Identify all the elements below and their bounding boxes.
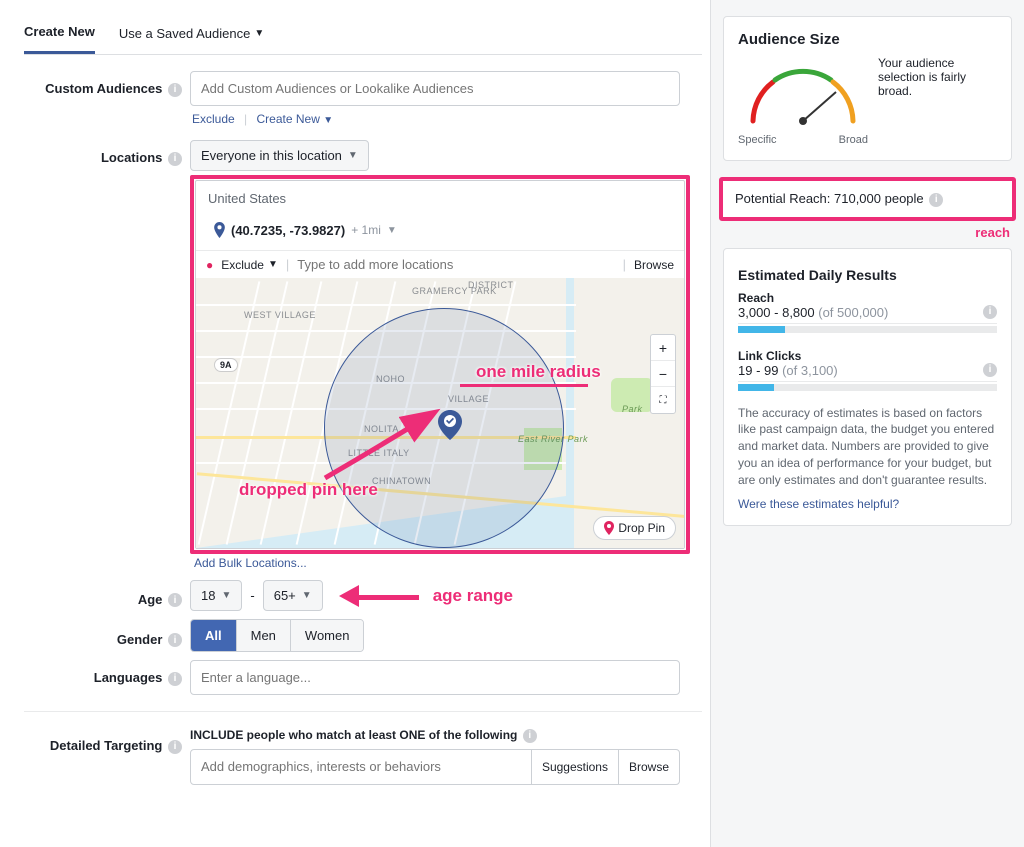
suggestions-button[interactable]: Suggestions xyxy=(531,750,618,784)
location-mode-label: Everyone in this location xyxy=(201,148,342,163)
tab-create-new[interactable]: Create New xyxy=(24,16,95,54)
clicks-stat-label: Link Clicks xyxy=(738,349,997,363)
caret-down-icon: ▼ xyxy=(348,150,358,161)
gauge-specific-label: Specific xyxy=(738,134,777,146)
audience-note: Your audience selection is fairly broad. xyxy=(878,56,997,98)
info-icon[interactable]: i xyxy=(168,633,182,647)
locations-label: Locations xyxy=(101,150,162,165)
tab-saved-label: Use a Saved Audience xyxy=(119,26,251,41)
location-search-input[interactable] xyxy=(297,257,614,272)
info-icon[interactable]: i xyxy=(168,740,182,754)
reach-bar xyxy=(738,326,997,333)
clicks-stat-of: (of 3,100) xyxy=(778,363,837,378)
daily-title: Estimated Daily Results xyxy=(738,267,997,283)
accuracy-note: The accuracy of estimates is based on fa… xyxy=(738,405,997,489)
gender-all-button[interactable]: All xyxy=(191,620,237,651)
info-icon[interactable]: i xyxy=(168,593,182,607)
pin-icon xyxy=(214,222,225,238)
location-mode-select[interactable]: Everyone in this location ▼ xyxy=(190,140,369,171)
gauge-broad-label: Broad xyxy=(839,134,868,146)
drop-pin-button[interactable]: Drop Pin xyxy=(593,516,676,540)
separator: | xyxy=(244,112,247,126)
locations-container: United States (40.7235, -73.9827) + 1mi … xyxy=(190,175,690,554)
pin-red-icon: ● xyxy=(206,258,213,272)
age-label: Age xyxy=(138,592,163,607)
browse-button[interactable]: Browse xyxy=(634,258,674,272)
tab-saved-audience[interactable]: Use a Saved Audience ▼ xyxy=(119,16,264,54)
info-icon[interactable]: i xyxy=(983,363,997,377)
info-icon[interactable]: i xyxy=(523,729,537,743)
detailed-targeting-input[interactable] xyxy=(191,750,531,783)
custom-audiences-label: Custom Audiences xyxy=(45,81,162,96)
potential-reach-text: Potential Reach: 710,000 people xyxy=(735,191,924,206)
zoom-out-button[interactable]: − xyxy=(651,361,675,387)
annotation-radius: one mile radius xyxy=(476,362,601,382)
park-label: Park xyxy=(622,404,643,414)
info-icon[interactable]: i xyxy=(168,672,182,686)
map-zoom-controls: + − ⛶ xyxy=(650,334,676,414)
daily-results-panel: Estimated Daily Results Reach 3,000 - 8,… xyxy=(723,248,1012,526)
age-min-select[interactable]: 18 ▼ xyxy=(190,580,242,611)
gender-group: All Men Women xyxy=(190,619,364,652)
exclude-button[interactable]: Exclude ▼ xyxy=(221,258,278,272)
gender-men-button[interactable]: Men xyxy=(237,620,291,651)
custom-audiences-input[interactable] xyxy=(190,71,680,106)
info-icon[interactable]: i xyxy=(168,152,182,166)
audience-size-title: Audience Size xyxy=(738,31,997,48)
nbd-label: WEST VILLAGE xyxy=(244,310,316,320)
annotation-arrow xyxy=(320,396,450,486)
languages-label: Languages xyxy=(94,670,163,685)
gender-women-button[interactable]: Women xyxy=(291,620,364,651)
estimates-helpful-link[interactable]: Were these estimates helpful? xyxy=(738,497,997,511)
annotation-line xyxy=(460,384,588,387)
languages-input[interactable] xyxy=(190,660,680,695)
location-coords: (40.7235, -73.9827) xyxy=(231,223,345,238)
annotation-age: age range xyxy=(433,586,513,606)
map[interactable]: WEST VILLAGE GRAMERCY PARK DISTRICT NOHO… xyxy=(196,278,684,548)
nbd-label: DISTRICT xyxy=(468,280,514,290)
fullscreen-button[interactable]: ⛶ xyxy=(651,387,675,413)
reach-stat-of: (of 500,000) xyxy=(815,305,889,320)
detailed-targeting-input-wrap: Suggestions Browse xyxy=(190,749,680,785)
exclude-link[interactable]: Exclude xyxy=(192,112,235,126)
bulk-locations-link[interactable]: Add Bulk Locations... xyxy=(190,554,702,572)
age-separator: - xyxy=(250,588,254,603)
gauge-icon xyxy=(738,56,868,131)
hwy-label: 9A xyxy=(214,358,238,372)
info-icon[interactable]: i xyxy=(983,305,997,319)
annotation-reach: reach xyxy=(711,225,1024,244)
browse-button[interactable]: Browse xyxy=(618,750,679,784)
include-text: INCLUDE people who match at least ONE of… xyxy=(190,728,517,742)
detailed-targeting-label: Detailed Targeting xyxy=(50,738,162,753)
potential-reach-box: Potential Reach: 710,000 people i xyxy=(719,177,1016,221)
clicks-stat-value: 19 - 99 xyxy=(738,363,778,378)
age-max-select[interactable]: 65+ ▼ xyxy=(263,580,323,611)
reach-stat-label: Reach xyxy=(738,291,997,305)
annotation-arrow xyxy=(339,587,419,605)
caret-down-icon: ▼ xyxy=(254,28,264,39)
caret-down-icon[interactable]: ▼ xyxy=(387,225,397,236)
gender-label: Gender xyxy=(117,632,163,647)
audience-size-panel: Audience Size Specific Broad Your audien… xyxy=(723,16,1012,161)
zoom-in-button[interactable]: + xyxy=(651,335,675,361)
info-icon[interactable]: i xyxy=(929,193,943,207)
info-icon[interactable]: i xyxy=(168,83,182,97)
create-new-link[interactable]: Create New ▼ xyxy=(257,112,334,126)
clicks-bar xyxy=(738,384,997,391)
pin-red-icon xyxy=(604,521,614,535)
location-country: United States xyxy=(196,181,684,216)
tab-bar: Create New Use a Saved Audience ▼ xyxy=(24,16,702,55)
reach-stat-value: 3,000 - 8,800 xyxy=(738,305,815,320)
location-radius-text[interactable]: + 1mi xyxy=(351,223,381,237)
section-divider xyxy=(24,711,702,712)
